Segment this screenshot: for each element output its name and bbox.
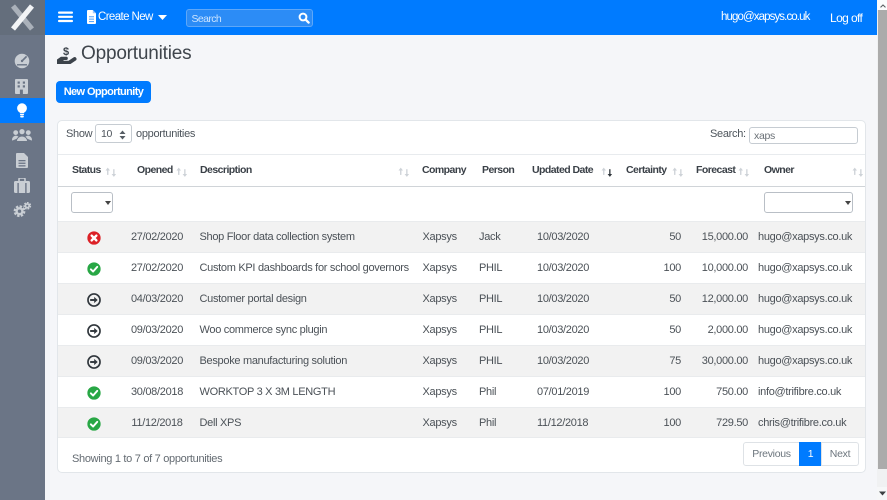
svg-text:$: $ xyxy=(63,46,69,58)
